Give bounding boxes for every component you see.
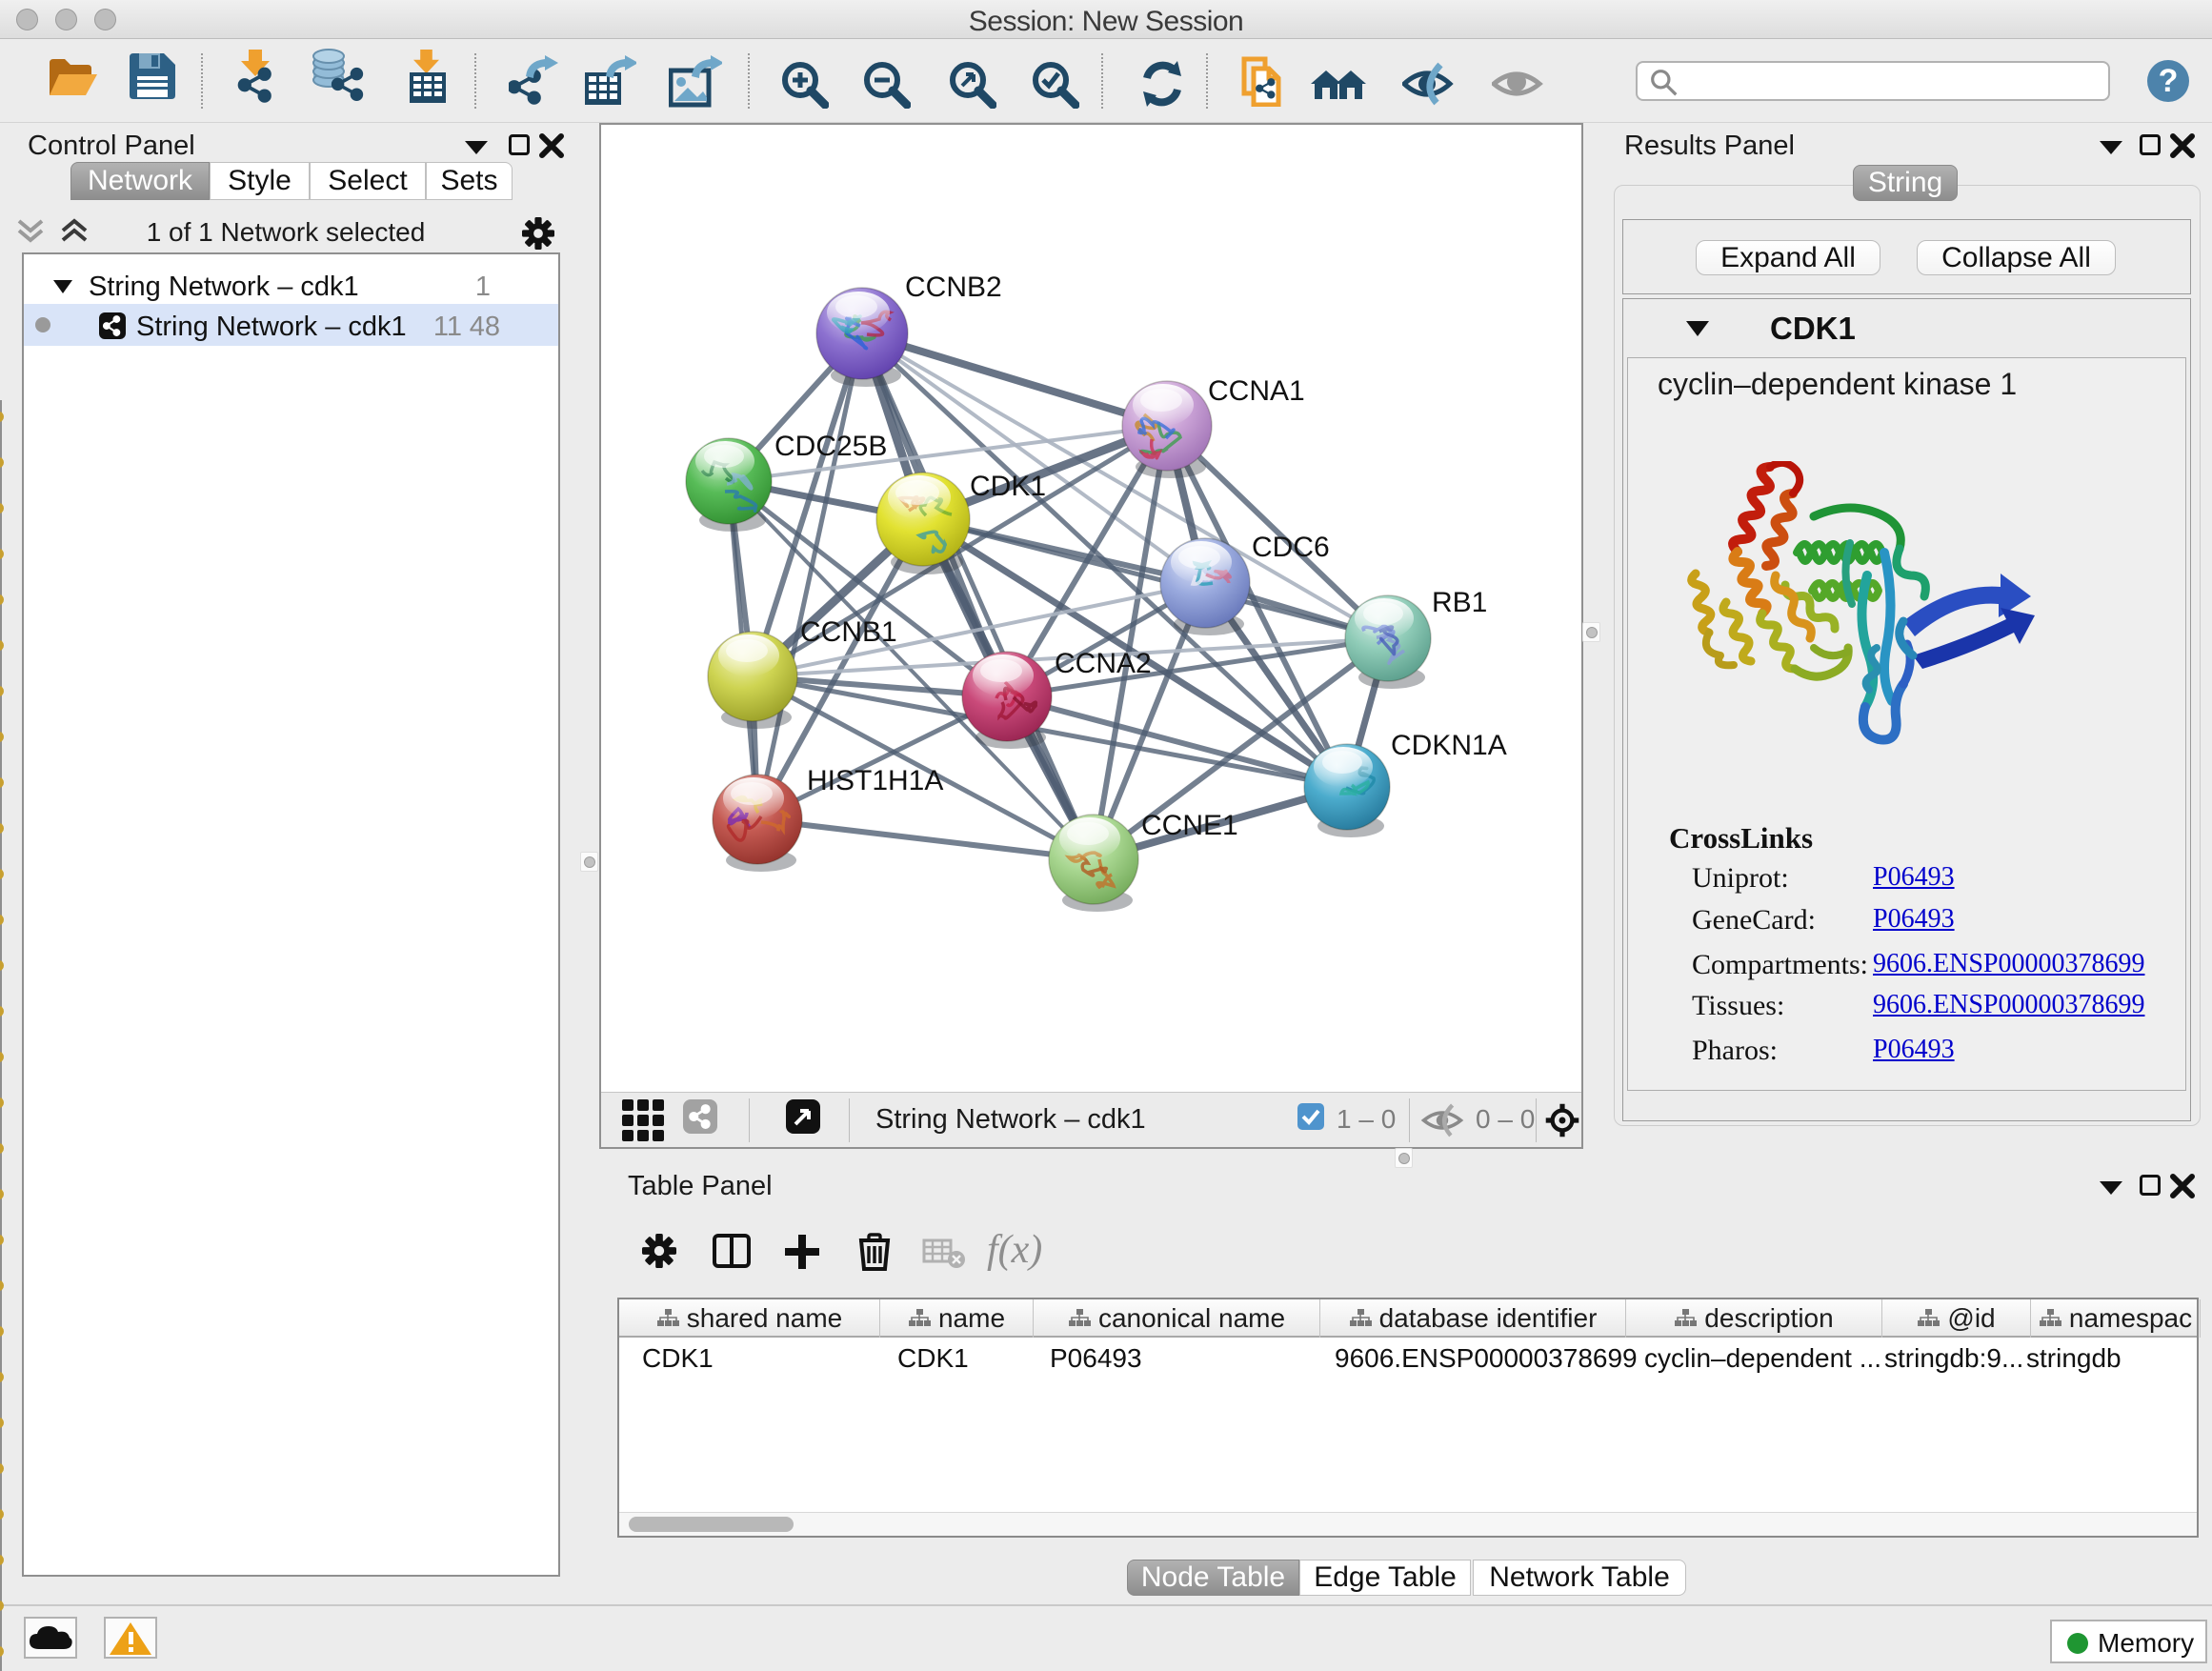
svg-text:CDC25B: CDC25B [774,431,887,462]
svg-text:CDC6: CDC6 [1252,532,1330,563]
svg-text:CCNB1: CCNB1 [800,616,897,648]
svg-text:CCNB2: CCNB2 [905,272,1002,303]
svg-text:CDKN1A: CDKN1A [1391,730,1507,761]
svg-text:CCNE1: CCNE1 [1141,810,1238,841]
svg-text:CDK1: CDK1 [970,471,1046,502]
svg-text:CCNA1: CCNA1 [1208,375,1305,407]
svg-text:RB1: RB1 [1432,587,1487,618]
svg-text:CCNA2: CCNA2 [1055,648,1152,679]
svg-text:HIST1H1A: HIST1H1A [807,765,943,796]
